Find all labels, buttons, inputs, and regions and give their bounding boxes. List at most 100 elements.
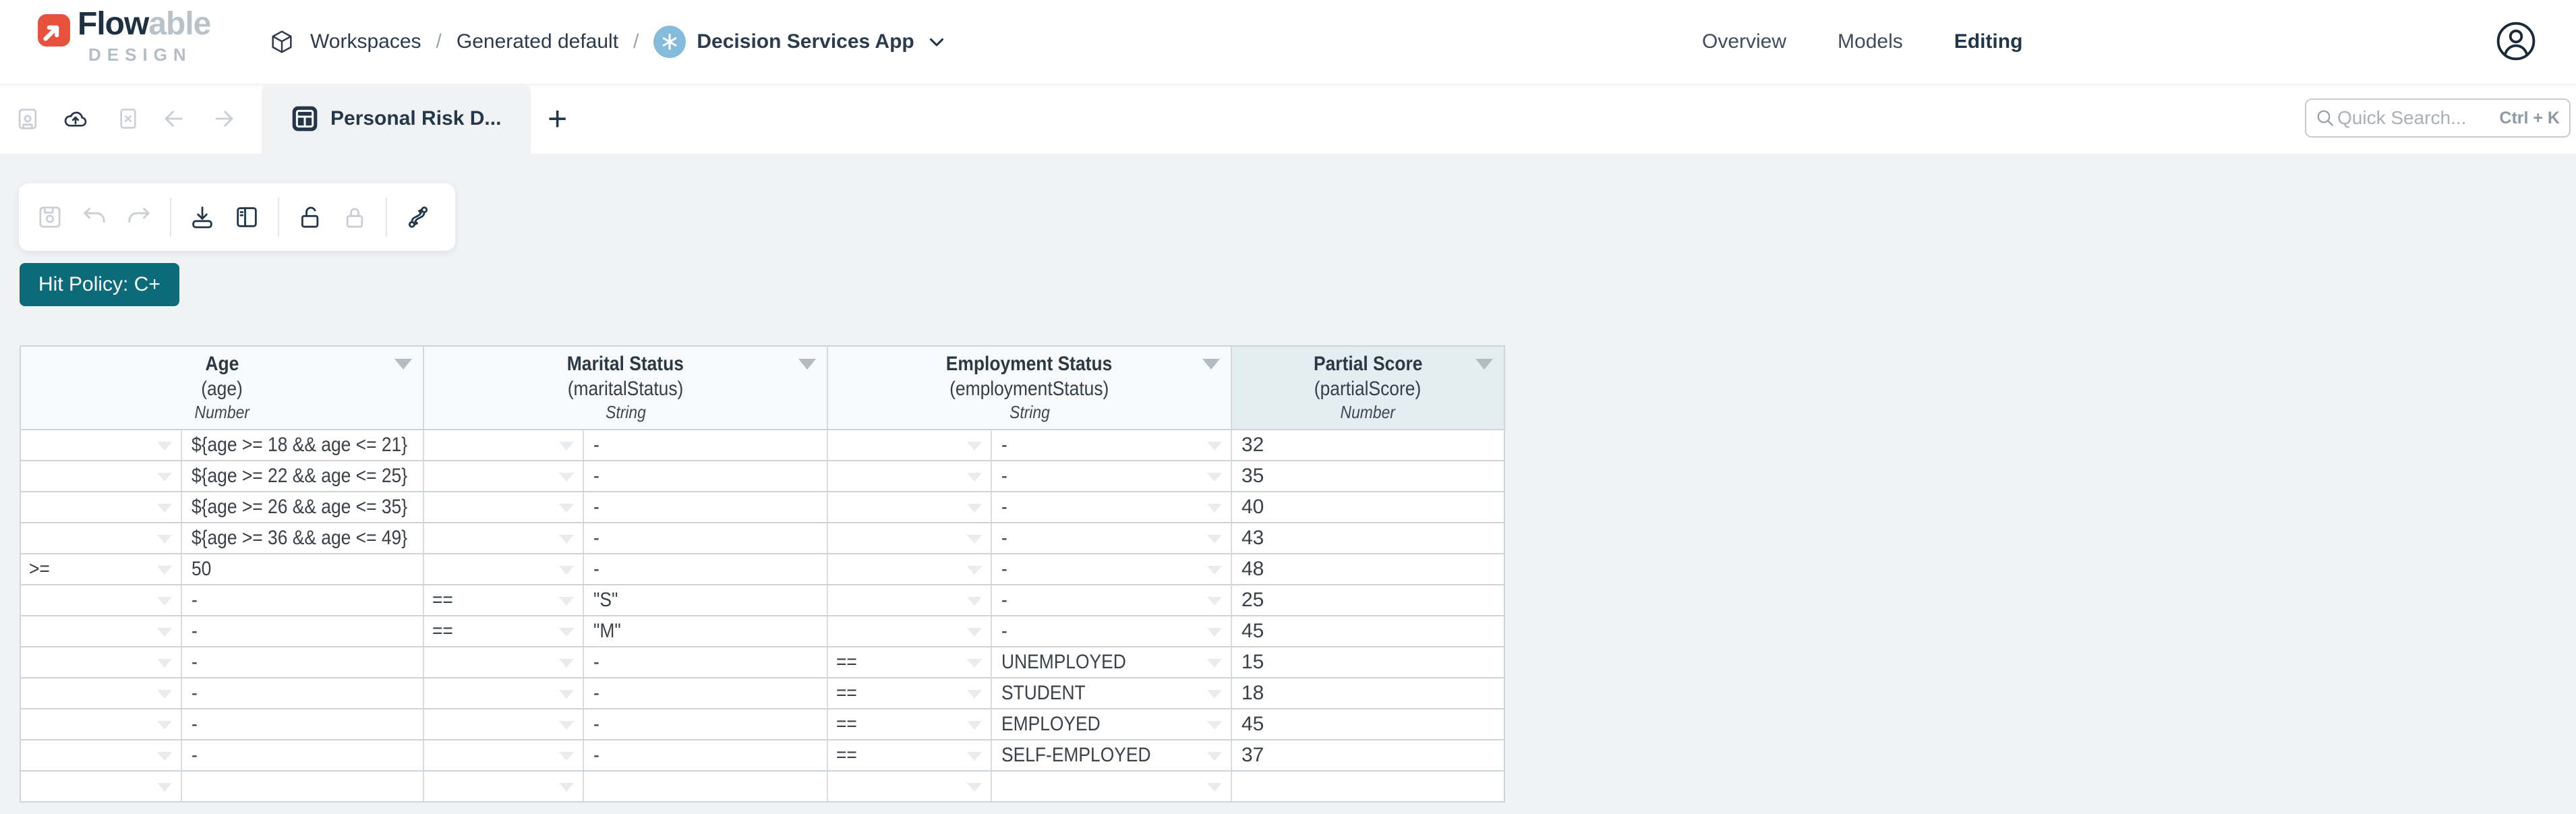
cell-employment-value[interactable]: EMPLOYED — [992, 709, 1232, 739]
side-panel-icon[interactable] — [233, 204, 260, 231]
dropdown-triangle-icon[interactable] — [967, 504, 982, 513]
cell-marital-operator[interactable] — [424, 492, 584, 522]
cell-age-operator[interactable] — [21, 461, 182, 491]
cell-age-value[interactable]: - — [182, 647, 424, 677]
cell-age-value[interactable]: ${age >= 22 && age <= 25} — [182, 461, 424, 491]
cell-employment-operator[interactable] — [828, 461, 992, 491]
publish-cloud-icon[interactable] — [63, 106, 88, 132]
cell-age-operator[interactable] — [21, 772, 182, 801]
dropdown-triangle-icon[interactable] — [1207, 752, 1222, 761]
dropdown-triangle-icon[interactable] — [157, 535, 172, 544]
cell-age-operator[interactable] — [21, 678, 182, 708]
cell-age-operator[interactable] — [21, 523, 182, 553]
dropdown-triangle-icon[interactable] — [157, 659, 172, 668]
new-tab-button[interactable]: + — [548, 84, 567, 154]
close-model-icon[interactable] — [115, 106, 141, 132]
dropdown-triangle-icon[interactable] — [157, 473, 172, 482]
filter-triangle-icon[interactable] — [1475, 359, 1493, 370]
dropdown-triangle-icon[interactable] — [559, 473, 574, 482]
cell-employment-operator[interactable] — [828, 772, 992, 801]
dropdown-triangle-icon[interactable] — [157, 504, 172, 513]
cell-partial-score[interactable]: 35 — [1232, 461, 1504, 491]
cell-marital-operator[interactable] — [424, 647, 584, 677]
cell-marital-value[interactable]: "S" — [584, 585, 828, 615]
column-header-age[interactable]: Age (age) Number — [21, 347, 424, 429]
dropdown-triangle-icon[interactable] — [157, 442, 172, 450]
cell-partial-score[interactable]: 45 — [1232, 709, 1504, 739]
column-header-marital-status[interactable]: Marital Status (maritalStatus) String — [424, 347, 828, 429]
hit-policy-button[interactable]: Hit Policy: C+ — [20, 263, 179, 306]
dropdown-triangle-icon[interactable] — [967, 566, 982, 575]
cell-age-value[interactable]: - — [182, 740, 424, 770]
dropdown-triangle-icon[interactable] — [1207, 628, 1222, 637]
dropdown-triangle-icon[interactable] — [157, 752, 172, 761]
cell-employment-value[interactable] — [992, 772, 1232, 801]
dropdown-triangle-icon[interactable] — [559, 504, 574, 513]
cell-age-operator[interactable] — [21, 740, 182, 770]
lock-icon[interactable] — [341, 204, 368, 231]
cell-employment-operator[interactable] — [828, 554, 992, 584]
search-input[interactable] — [2336, 107, 2499, 129]
cell-marital-operator[interactable] — [424, 523, 584, 553]
cell-marital-value[interactable]: - — [584, 461, 828, 491]
dropdown-triangle-icon[interactable] — [967, 659, 982, 668]
dropdown-triangle-icon[interactable] — [967, 690, 982, 699]
cell-partial-score[interactable]: 15 — [1232, 647, 1504, 677]
cell-employment-value[interactable]: SELF-EMPLOYED — [992, 740, 1232, 770]
breadcrumb-app-selector[interactable]: Decision Services App — [653, 26, 947, 58]
cell-marital-value[interactable]: - — [584, 647, 828, 677]
dropdown-triangle-icon[interactable] — [967, 721, 982, 730]
dropdown-triangle-icon[interactable] — [157, 597, 172, 606]
cell-marital-value[interactable]: - — [584, 430, 828, 460]
cell-age-value[interactable]: - — [182, 585, 424, 615]
cell-marital-value[interactable]: - — [584, 740, 828, 770]
cell-marital-value[interactable]: - — [584, 554, 828, 584]
cell-marital-value[interactable]: "M" — [584, 616, 828, 646]
cell-employment-value[interactable]: - — [992, 554, 1232, 584]
dropdown-triangle-icon[interactable] — [157, 566, 172, 575]
cell-age-operator[interactable] — [21, 492, 182, 522]
cell-age-value[interactable]: - — [182, 616, 424, 646]
unlock-icon[interactable] — [297, 204, 324, 231]
cell-age-value[interactable] — [182, 772, 424, 801]
nav-editing[interactable]: Editing — [1954, 30, 2023, 53]
dropdown-triangle-icon[interactable] — [559, 597, 574, 606]
dropdown-triangle-icon[interactable] — [157, 783, 172, 792]
cell-age-value[interactable]: 50 — [182, 554, 424, 584]
cell-partial-score[interactable]: 45 — [1232, 616, 1504, 646]
cell-age-value[interactable]: ${age >= 26 && age <= 35} — [182, 492, 424, 522]
cell-employment-operator[interactable] — [828, 523, 992, 553]
cell-marital-operator[interactable]: == — [424, 616, 584, 646]
cell-marital-operator[interactable] — [424, 678, 584, 708]
nav-models[interactable]: Models — [1838, 30, 1903, 53]
column-header-partial-score[interactable]: Partial Score (partialScore) Number — [1232, 347, 1504, 429]
dropdown-triangle-icon[interactable] — [1207, 473, 1222, 482]
cell-marital-value[interactable]: - — [584, 709, 828, 739]
dropdown-triangle-icon[interactable] — [559, 783, 574, 792]
cell-marital-operator[interactable] — [424, 709, 584, 739]
nav-overview[interactable]: Overview — [1702, 30, 1786, 53]
download-icon[interactable] — [189, 204, 216, 231]
cell-marital-operator[interactable] — [424, 772, 584, 801]
dropdown-triangle-icon[interactable] — [967, 473, 982, 482]
cell-partial-score[interactable]: 18 — [1232, 678, 1504, 708]
cell-marital-value[interactable]: - — [584, 523, 828, 553]
cell-marital-operator[interactable] — [424, 461, 584, 491]
user-avatar-icon[interactable] — [2495, 20, 2537, 62]
dropdown-triangle-icon[interactable] — [967, 442, 982, 450]
cell-marital-value[interactable] — [584, 772, 828, 801]
dropdown-triangle-icon[interactable] — [559, 535, 574, 544]
cell-employment-operator[interactable] — [828, 585, 992, 615]
dropdown-triangle-icon[interactable] — [157, 690, 172, 699]
filter-triangle-icon[interactable] — [798, 359, 816, 370]
cell-employment-operator[interactable]: == — [828, 740, 992, 770]
cell-employment-value[interactable]: - — [992, 523, 1232, 553]
cell-employment-operator[interactable]: == — [828, 647, 992, 677]
cell-employment-operator[interactable]: == — [828, 709, 992, 739]
cell-partial-score[interactable]: 32 — [1232, 430, 1504, 460]
dropdown-triangle-icon[interactable] — [559, 721, 574, 730]
cell-marital-operator[interactable] — [424, 740, 584, 770]
dropdown-triangle-icon[interactable] — [967, 597, 982, 606]
cell-employment-value[interactable]: UNEMPLOYED — [992, 647, 1232, 677]
filter-triangle-icon[interactable] — [1202, 359, 1220, 370]
